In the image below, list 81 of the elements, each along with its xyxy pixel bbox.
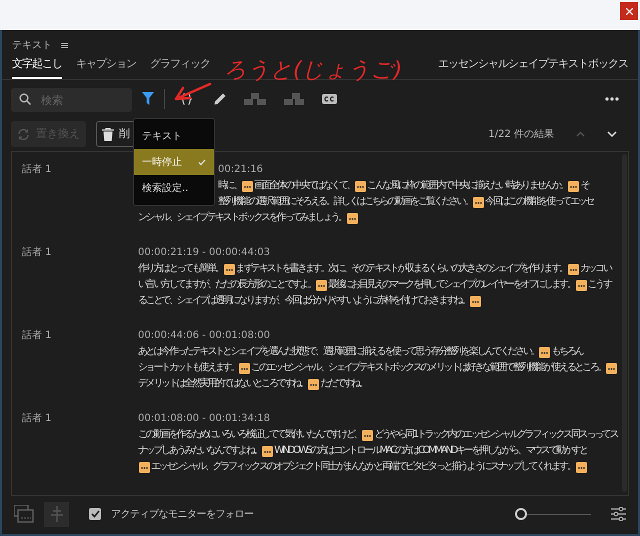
- chevron-down-icon[interactable]: [607, 131, 617, 138]
- speaker-label: 話者 1: [22, 412, 53, 426]
- transcript-text: この動画を作るためにいろいろ検証してて気付いたんですけど、: [138, 428, 362, 442]
- panel-menu[interactable]: ≡: [60, 40, 70, 50]
- marker-icon[interactable]: [346, 212, 358, 224]
- marker-icon[interactable]: [470, 296, 482, 307]
- transcript-text: ることで、シェイプは透明になりますが、今回は分かりやすいように赤枠を付けておきますね。: [138, 294, 470, 308]
- marker-icon[interactable]: [242, 180, 254, 192]
- marker-icon[interactable]: [606, 362, 618, 374]
- transcript-text: カッコい: [580, 262, 611, 276]
- braces-icon[interactable]: [181, 92, 192, 105]
- transcript-text: 整列機能の選択範囲にそろえる。詳しくはこちらの動画をご覧ください。: [218, 194, 472, 210]
- menu-item[interactable]: 検索設定..: [134, 175, 214, 201]
- menu-item[interactable]: 一時停止: [134, 149, 214, 175]
- speaker-label: 話者 1: [22, 162, 53, 178]
- timecode: 00:21:16: [218, 163, 263, 178]
- transcript-text: こんな風に枠の範囲内で中央に揃えたい時ありませんか。: [367, 178, 568, 194]
- marker-icon[interactable]: [576, 280, 587, 291]
- marker-icon[interactable]: [224, 264, 235, 275]
- search-field[interactable]: 検索: [11, 88, 132, 112]
- transcript-text: ンシャル、シェイプテキストボックスを作ってみましょう。: [138, 211, 346, 226]
- filter-icon[interactable]: [142, 92, 154, 106]
- transcript-text: ただですね。: [320, 377, 367, 392]
- results-count: 1/22 件の結果: [488, 128, 554, 142]
- transcript-text: もちろん: [551, 345, 582, 360]
- speaker-label: 話者 1: [22, 328, 53, 344]
- timecode: 00:01:08:00 - 00:01:34:18: [138, 412, 270, 426]
- cc-icon[interactable]: [322, 94, 337, 104]
- zoom-slider[interactable]: [515, 507, 591, 522]
- close-icon: [626, 8, 632, 14]
- transcript-text: 時に、: [218, 178, 242, 194]
- tab[interactable]: グラフィック: [150, 56, 210, 79]
- trash-icon: [102, 128, 114, 141]
- transcript-text: こうす: [588, 278, 611, 292]
- transcript-text: このエッセンシャル、シェイプテキストボックスのメリットは好きな範囲で整列機能が使えるところ。: [251, 360, 606, 376]
- refresh-icon: [17, 128, 30, 141]
- search-icon: [19, 92, 31, 105]
- marker-icon[interactable]: [355, 180, 366, 192]
- transcript-text: どうやら同1トラック内のエッセンシャルグラフィックス同スっってス: [374, 428, 618, 442]
- marker-icon[interactable]: [568, 264, 579, 275]
- panel-context: エッセンシャルシェイプテキストボックス: [438, 56, 628, 72]
- speaker-label: 話者 1: [22, 246, 53, 260]
- marker-icon[interactable]: [308, 378, 320, 390]
- transcript-text: ナップしあうみたいなんですよね。: [138, 444, 262, 458]
- transcript-text: そ: [580, 179, 588, 194]
- pencil-icon[interactable]: [214, 92, 226, 105]
- monitor-stack-icon[interactable]: [14, 505, 34, 524]
- track-icon: [50, 506, 64, 522]
- transcript-text: エッセンシャル、グラフィックスのオブジェクト同士がまんなかと両端でピタピタっと揃うようにスナップしてくれます。: [151, 460, 575, 474]
- marker-icon[interactable]: [576, 462, 587, 473]
- check-icon: [198, 158, 206, 166]
- settings-sliders-icon[interactable]: [611, 507, 626, 522]
- transcript-text: 作り方はとっても簡単。: [138, 262, 223, 276]
- transcript-text: い言い方してますが、ただの長方形のことですよ。: [138, 278, 316, 292]
- track-view-button[interactable]: [44, 502, 69, 527]
- transcript-text: あとは今作ったテキストとシェイプを選んだ状態で、選択範囲に揃えるを使って思う存分整列を楽しんでください。: [138, 344, 538, 360]
- marker-icon[interactable]: [362, 430, 374, 441]
- marker-icon[interactable]: [139, 462, 150, 473]
- marker-icon[interactable]: [262, 446, 274, 457]
- handwritten-annotation: ろうと(じょうご): [224, 57, 402, 85]
- transcript-text: 画面全体の中央ではなくて、: [254, 178, 354, 194]
- timecode: 00:00:21:19 - 00:00:44:03: [138, 246, 270, 260]
- transcript-text: 今回はこの機能を使ってエッセ: [485, 194, 593, 210]
- marker-icon[interactable]: [568, 180, 580, 192]
- more-icon[interactable]: [605, 96, 619, 101]
- transcript-text: まずテキストを書きます。次に、そのテキストが収まるくらいの大きさのシェイプを作ります。: [236, 262, 567, 276]
- timecode: 00:00:44:06 - 00:01:08:00: [138, 329, 270, 344]
- follow-checkbox[interactable]: [89, 508, 101, 520]
- panel-title: テキスト: [12, 38, 52, 52]
- transcript-text: ショートカットも使えます。: [138, 361, 238, 376]
- checkbox-label: アクティブなモニターをフォロー: [111, 508, 254, 522]
- marker-icon[interactable]: [316, 280, 328, 291]
- tab[interactable]: 文字起こし: [12, 56, 62, 79]
- marker-icon[interactable]: [539, 346, 550, 358]
- transcript-text: WINDOWSの方はコントロールMACの方はCOMMANDキーを押しながら、マウスで動かすと: [274, 444, 587, 458]
- marker-icon[interactable]: [473, 196, 484, 208]
- transcript-text: デメリットは全然実用的ではないところですね。: [138, 376, 308, 392]
- close-button[interactable]: [620, 2, 638, 20]
- marker-icon[interactable]: [239, 362, 250, 374]
- tab[interactable]: キャプション: [76, 56, 136, 79]
- transcript-text: 最後にお目見えのマークを押してシェイプのレイヤーをオフにします。: [328, 278, 575, 292]
